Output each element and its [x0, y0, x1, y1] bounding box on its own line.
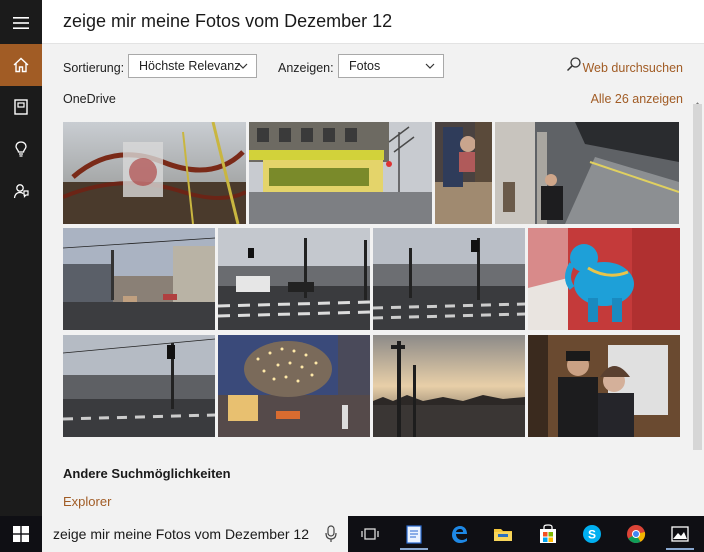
reminders-button[interactable]: [0, 128, 42, 170]
query-text: zeige mir meine Fotos vom Dezember 12: [63, 11, 393, 31]
show-all-link[interactable]: Alle 26 anzeigen: [591, 92, 683, 106]
windows-logo-icon: [13, 526, 29, 542]
start-button[interactable]: [0, 516, 42, 552]
web-search-link[interactable]: Web durchsuchen: [582, 61, 683, 75]
skype-icon: S: [583, 525, 601, 543]
photo-person-on-floor[interactable]: [435, 122, 492, 224]
home-icon: [13, 57, 29, 73]
menu-button[interactable]: [0, 2, 42, 44]
file-explorer-icon: [494, 529, 512, 541]
cortana-panel: zeige mir meine Fotos vom Dezember 12 So…: [42, 0, 704, 516]
onedrive-heading: OneDrive: [63, 92, 116, 106]
photo-city-skyline[interactable]: [373, 335, 525, 437]
scroll-up-arrow[interactable]: [693, 96, 702, 108]
photos-button[interactable]: [662, 518, 698, 550]
active-indicator: [666, 548, 694, 550]
home-button[interactable]: [0, 44, 42, 86]
notepad-icon: [406, 525, 422, 544]
show-label: Anzeigen:: [278, 61, 334, 75]
show-dropdown[interactable]: Fotos: [338, 54, 444, 78]
sort-value: Höchste Relevanz: [139, 59, 241, 73]
edge-icon: [452, 526, 467, 543]
photo-two-people-selfie[interactable]: [528, 335, 680, 437]
scrollbar-thumb[interactable]: [693, 104, 702, 450]
task-view-button[interactable]: [352, 518, 388, 550]
taskbar-search-text: zeige mir meine Fotos vom Dezember 12: [53, 526, 309, 542]
filter-row: Sortierung: Höchste Relevanz Anzeigen: F…: [42, 52, 704, 82]
svg-text:S: S: [588, 528, 596, 542]
lightbulb-icon: [15, 141, 27, 157]
search-icon[interactable]: [566, 56, 582, 72]
photo-street-crossing-4[interactable]: [63, 335, 215, 437]
photo-amusement-ride[interactable]: [63, 122, 246, 224]
store-icon: [540, 524, 556, 543]
notebook-icon: [14, 99, 28, 115]
feedback-button[interactable]: [0, 170, 42, 212]
photo-lit-storefront[interactable]: [249, 122, 432, 224]
skype-button[interactable]: S: [574, 518, 610, 550]
sort-dropdown[interactable]: Höchste Relevanz: [128, 54, 257, 78]
sort-label: Sortierung:: [63, 61, 125, 75]
photo-subway-platform[interactable]: [495, 122, 679, 224]
active-indicator: [400, 548, 428, 550]
photo-christmas-market[interactable]: [218, 335, 370, 437]
explorer-link[interactable]: Explorer: [63, 494, 111, 509]
chevron-down-icon: [238, 63, 248, 69]
photo-blue-elephant-toy[interactable]: [528, 228, 680, 330]
microphone-icon[interactable]: [324, 524, 338, 544]
photo-street-crossing-1[interactable]: [63, 228, 215, 330]
task-view-icon: [361, 528, 379, 540]
photo-street-crossing-2[interactable]: [218, 228, 370, 330]
photos-icon: [671, 526, 689, 542]
chrome-button[interactable]: [618, 518, 654, 550]
query-bar[interactable]: zeige mir meine Fotos vom Dezember 12: [42, 0, 704, 44]
notepad-button[interactable]: [396, 518, 432, 550]
left-rail: [0, 0, 42, 516]
taskbar: zeige mir meine Fotos vom Dezember 12 S: [0, 516, 704, 552]
edge-button[interactable]: [441, 518, 477, 550]
taskbar-search-box[interactable]: zeige mir meine Fotos vom Dezember 12: [42, 516, 348, 552]
notebook-button[interactable]: [0, 86, 42, 128]
chevron-down-icon: [425, 63, 435, 69]
photo-street-crossing-3[interactable]: [373, 228, 525, 330]
menu-icon: [13, 17, 29, 29]
file-explorer-button[interactable]: [485, 518, 521, 550]
feedback-icon: [13, 184, 29, 199]
show-value: Fotos: [349, 59, 381, 73]
store-button[interactable]: [530, 518, 566, 550]
chrome-icon: [627, 525, 646, 544]
other-search-heading: Andere Suchmöglichkeiten: [63, 466, 231, 481]
